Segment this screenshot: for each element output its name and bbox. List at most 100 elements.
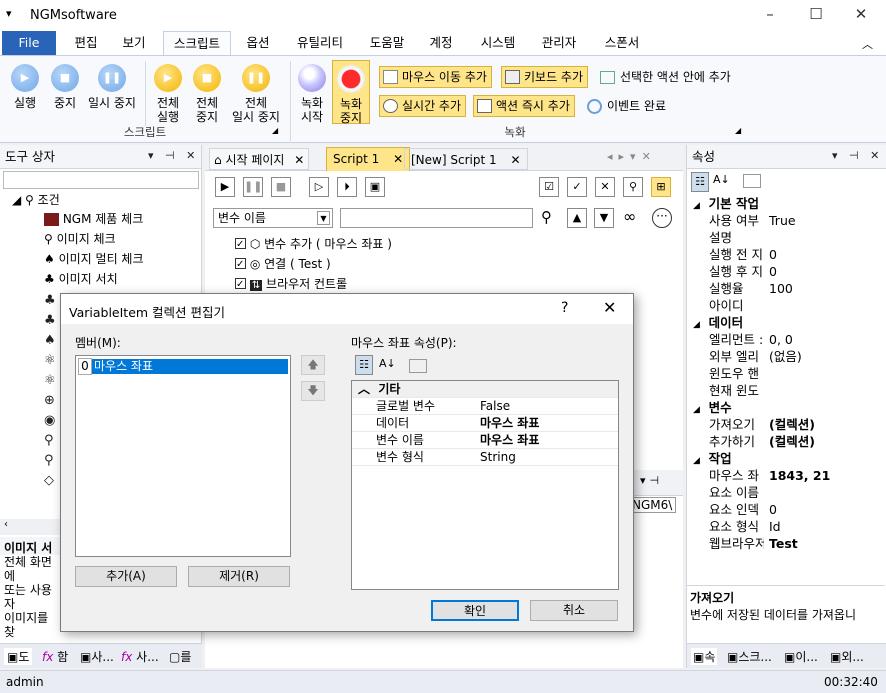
menu-options[interactable]: 옵션	[238, 31, 278, 56]
add-button[interactable]: 추가(A)	[75, 566, 177, 587]
property-row[interactable]: 데이터 마우스 좌표	[352, 415, 618, 432]
move-down-button[interactable]: 🡇	[301, 381, 325, 401]
members-list[interactable]: 0 마우스 좌표	[75, 355, 291, 557]
menu-view[interactable]: 보기	[114, 31, 154, 56]
tree-item-image-search[interactable]: ♣ 이미지 서치	[44, 269, 118, 289]
menu-admin[interactable]: 관리자	[534, 31, 584, 56]
list-item[interactable]: 0 마우스 좌표	[78, 358, 288, 375]
output-tab[interactable]: NGM6\	[628, 497, 677, 513]
property-row[interactable]: 추가하기 (컬렉션)	[687, 433, 885, 450]
categorized-icon[interactable]: ☷	[691, 172, 709, 192]
move-down-button[interactable]: ▼	[594, 208, 614, 228]
more-icon[interactable]: ···	[652, 208, 672, 228]
tab-start-page[interactable]: ⌂ 시작 페이지 ✕	[209, 148, 310, 170]
tab-user[interactable]: ▣사...	[80, 648, 114, 665]
menu-sponsor[interactable]: 스폰서	[597, 31, 647, 56]
pause-button[interactable]: ❚❚	[243, 177, 263, 197]
menu-edit[interactable]: 편집	[66, 31, 106, 56]
link-icon[interactable]: ∞	[623, 207, 636, 226]
tab-new-script1[interactable]: [New] Script 1 ✕	[404, 148, 528, 170]
property-row[interactable]: 변수 이름 마우스 좌표	[352, 432, 618, 449]
property-pages-icon[interactable]	[409, 359, 427, 373]
property-category[interactable]: ◢ 변수	[687, 399, 885, 416]
dialog-launcher-icon[interactable]: ◢	[272, 126, 278, 135]
dialog-launcher-icon[interactable]: ◢	[735, 126, 741, 135]
event-complete-button[interactable]: 이벤트 완료	[587, 97, 666, 114]
action-item[interactable]: ⇅ 브라우저 컨트롤	[235, 274, 347, 295]
record-start-button[interactable]: 녹화 시작	[294, 64, 330, 124]
property-row[interactable]: 설명	[687, 229, 885, 246]
property-row[interactable]: 윈도우 핸	[687, 365, 885, 382]
pause-all-button[interactable]: ❚❚ 전체 일시 중지	[228, 64, 284, 124]
tab-toolbox[interactable]: ▣도	[4, 648, 33, 665]
maximize-button[interactable]: ☐	[801, 5, 831, 23]
variable-search-input[interactable]	[340, 208, 533, 228]
tab-external[interactable]: ▣외...	[830, 648, 864, 665]
step-into-button[interactable]: ⏵	[337, 177, 357, 197]
category-row[interactable]: ︿ 기타	[352, 381, 618, 398]
tree-item-image-check[interactable]: ⚲ 이미지 체크	[44, 229, 116, 249]
categorized-icon[interactable]: ☷	[355, 355, 373, 375]
step-over-button[interactable]: ▣	[365, 177, 385, 197]
property-row[interactable]: 사용 여부 True	[687, 212, 885, 229]
dialog-close-button[interactable]: ✕	[603, 298, 616, 317]
property-row[interactable]: 실행율 100	[687, 280, 885, 297]
variable-select[interactable]: 변수 이름 ▼	[213, 208, 333, 228]
search-button[interactable]: ⚲	[623, 177, 643, 197]
tab-image[interactable]: ▣이...	[784, 648, 818, 665]
minimize-button[interactable]: –	[755, 5, 785, 23]
play-button[interactable]: ▶	[215, 177, 235, 197]
property-row[interactable]: 엘리먼트 :0, 0	[687, 331, 885, 348]
tab-user-functions[interactable]: fx 사...	[121, 648, 159, 665]
tree-view-button[interactable]: ⊞	[651, 177, 671, 197]
record-stop-button[interactable]: 녹화 중지	[332, 60, 370, 125]
move-up-button[interactable]: ▲	[567, 208, 587, 228]
property-row[interactable]: 요소 인덱 0	[687, 501, 885, 518]
remove-button[interactable]: 제거(R)	[188, 566, 290, 587]
property-row[interactable]: 실행 전 지0	[687, 246, 885, 263]
tab-functions[interactable]: fx 함	[42, 648, 68, 665]
menu-file[interactable]: File	[2, 31, 56, 56]
check-button[interactable]: ✓	[567, 177, 587, 197]
property-pages-icon[interactable]	[743, 174, 761, 188]
property-category[interactable]: ◢ 작업	[687, 450, 885, 467]
property-row[interactable]: 아이디	[687, 297, 885, 314]
run-button[interactable]: ▶ 실행	[6, 64, 44, 110]
property-row[interactable]: 웹브라우저 Test	[687, 535, 885, 552]
tree-root-conditions[interactable]: ◢ ⚲ 조건	[12, 190, 60, 210]
delete-button[interactable]: ✕	[595, 177, 615, 197]
pause-button[interactable]: ❚❚ 일시 중지	[86, 64, 138, 110]
menu-script[interactable]: 스크립트	[163, 31, 231, 57]
pane-buttons[interactable]: ▾ ⊣ ✕	[148, 149, 199, 162]
tab-scroll-buttons[interactable]: ◂▸▾✕	[607, 150, 657, 163]
tab-other[interactable]: ▢를	[169, 648, 191, 665]
property-row[interactable]: 요소 이름	[687, 484, 885, 501]
check-all-button[interactable]: ☑	[539, 177, 559, 197]
sort-az-icon[interactable]: A↓	[713, 173, 730, 186]
tab-properties[interactable]: ▣속	[691, 648, 718, 665]
tree-item-ngm-check[interactable]: NGM 제품 체크	[44, 209, 143, 229]
property-row[interactable]: 현재 윈도	[687, 382, 885, 399]
menu-account[interactable]: 계정	[423, 31, 459, 56]
search-icon[interactable]: ⚲	[541, 208, 552, 226]
tab-script1[interactable]: Script 1 ✕	[326, 147, 411, 171]
add-keyboard-button[interactable]: 키보드 추가	[501, 66, 589, 88]
stop-button[interactable]: ■ 중지	[46, 64, 84, 110]
run-all-button[interactable]: ▶ 전체 실행	[150, 64, 186, 124]
add-action-immediate-button[interactable]: 액션 즉시 추가	[473, 95, 575, 117]
stop-all-button[interactable]: ■ 전체 중지	[189, 64, 225, 124]
action-item[interactable]: ⬡ 변수 추가 ( 마우스 좌표 )	[235, 234, 392, 255]
ribbon-collapse-icon[interactable]: ︿	[862, 36, 873, 52]
window-menu-icon[interactable]: ▾	[6, 7, 12, 20]
cancel-button[interactable]: 취소	[530, 600, 618, 621]
property-category[interactable]: ◢ 기본 작업	[687, 195, 885, 212]
menu-system[interactable]: 시스템	[474, 31, 522, 56]
add-inside-selected-button[interactable]: 선택한 액션 안에 추가	[600, 68, 731, 85]
tree-item-image-multi-check[interactable]: ♠ 이미지 멀티 체크	[44, 249, 144, 269]
menu-help[interactable]: 도움말	[363, 31, 411, 56]
property-row[interactable]: 실행 후 지0	[687, 263, 885, 280]
tab-script[interactable]: ▣스크...	[727, 648, 772, 665]
close-button[interactable]: ✕	[846, 5, 876, 23]
pane-buttons[interactable]: ▾ ⊣ ✕	[832, 149, 883, 162]
property-row[interactable]: 요소 형식 Id	[687, 518, 885, 535]
